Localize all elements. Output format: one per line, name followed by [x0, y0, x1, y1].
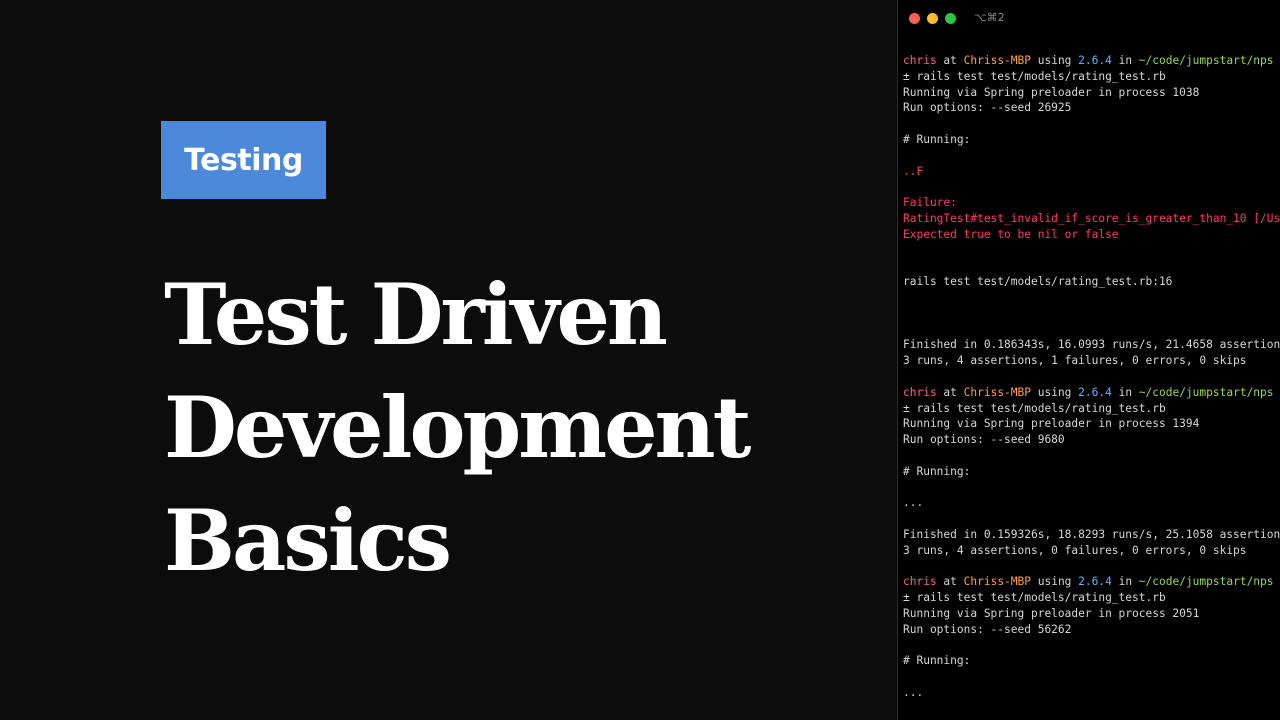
close-window-icon[interactable] — [909, 13, 920, 24]
prompt-host: Chriss-MBP — [963, 54, 1031, 67]
terminal-prompt-line: chris at Chriss-MBP using 2.6.4 in ~/cod… — [903, 385, 1280, 401]
title-line: Test Driven — [164, 265, 668, 364]
terminal-prompt-line: chris at Chriss-MBP using 2.6.4 in ~/cod… — [903, 574, 1280, 590]
terminal-error-line: Failure: — [903, 196, 957, 210]
prompt-text: using — [1031, 575, 1079, 589]
terminal-error-line: RatingTest#test_invalid_if_score_is_grea… — [903, 211, 1280, 225]
prompt-user: chris — [903, 575, 937, 589]
terminal-line: Finished in 0.159326s, 18.8293 runs/s, 2… — [903, 527, 1280, 541]
terminal-error-line: Expected true to be nil or false — [903, 227, 1119, 241]
prompt-text: on — [1274, 54, 1280, 67]
terminal-line: ± rails test test/models/rating_test.rb — [903, 401, 1166, 415]
terminal-output: chris at Chriss-MBP using 2.6.4 in ~/cod… — [903, 53, 1280, 701]
zoom-window-icon[interactable] — [945, 13, 956, 24]
prompt-text: using — [1031, 54, 1079, 67]
prompt-text: in — [1111, 575, 1139, 589]
prompt-text: on — [1274, 386, 1280, 399]
terminal-line: 3 runs, 4 assertions, 0 failures, 0 erro… — [903, 543, 1247, 557]
prompt-user: chris — [903, 385, 937, 399]
prompt-host: Chriss-MBP — [963, 385, 1031, 399]
terminal-window: ⌥⌘2 chris at Chriss-MBP using 2.6.4 in ~… — [897, 0, 1280, 720]
terminal-line: Running via Spring preloader in process … — [903, 85, 1200, 99]
prompt-text: at — [936, 54, 964, 67]
window-shortcut-label: ⌥⌘2 — [974, 11, 1005, 24]
prompt-text: in — [1111, 54, 1139, 67]
minimize-window-icon[interactable] — [927, 13, 938, 24]
video-thumbnail: Testing Test Driven Development Basics ⌥… — [0, 0, 1280, 720]
prompt-path: ~/code/jumpstart/nps — [1138, 575, 1274, 589]
prompt-text: on — [1274, 575, 1280, 588]
terminal-line: # Running: — [903, 132, 971, 146]
terminal-line: # Running: — [903, 464, 971, 478]
terminal-error-line: ..F — [903, 164, 924, 178]
category-badge-label: Testing — [184, 142, 303, 178]
page-title: Test Driven Development Basics — [164, 258, 864, 597]
prompt-user: chris — [903, 54, 937, 67]
prompt-text: at — [936, 575, 964, 589]
prompt-path: ~/code/jumpstart/nps — [1138, 54, 1274, 67]
prompt-text: at — [936, 385, 964, 399]
terminal-line: ... — [903, 685, 924, 699]
terminal-line: Running via Spring preloader in process … — [903, 417, 1200, 431]
prompt-ruby-version: 2.6.4 — [1078, 575, 1112, 589]
terminal-line: 3 runs, 4 assertions, 1 failures, 0 erro… — [903, 354, 1247, 368]
prompt-ruby-version: 2.6.4 — [1078, 385, 1112, 399]
terminal-line: ... — [903, 496, 924, 510]
terminal-line: ± rails test test/models/rating_test.rb — [903, 591, 1166, 605]
prompt-ruby-version: 2.6.4 — [1078, 54, 1112, 67]
prompt-path: ~/code/jumpstart/nps — [1138, 385, 1274, 399]
category-badge: Testing — [161, 121, 326, 199]
terminal-line: Run options: --seed 56262 — [903, 622, 1072, 636]
terminal-line: Finished in 0.186343s, 16.0993 runs/s, 2… — [903, 338, 1280, 352]
terminal-line: # Running: — [903, 654, 971, 668]
terminal-line: rails test test/models/rating_test.rb:16 — [903, 275, 1173, 289]
prompt-text: using — [1031, 385, 1079, 399]
terminal-prompt-line: chris at Chriss-MBP using 2.6.4 in ~/cod… — [903, 53, 1280, 69]
title-line: Development — [164, 378, 751, 477]
prompt-host: Chriss-MBP — [963, 575, 1031, 589]
terminal-line: Run options: --seed 26925 — [903, 101, 1072, 115]
terminal-line: ± rails test test/models/rating_test.rb — [903, 69, 1166, 83]
title-line: Basics — [164, 491, 452, 590]
terminal-titlebar: ⌥⌘2 — [898, 0, 1280, 36]
prompt-text: in — [1111, 385, 1139, 399]
terminal-line: Run options: --seed 9680 — [903, 433, 1065, 447]
terminal-line: Running via Spring preloader in process … — [903, 606, 1200, 620]
